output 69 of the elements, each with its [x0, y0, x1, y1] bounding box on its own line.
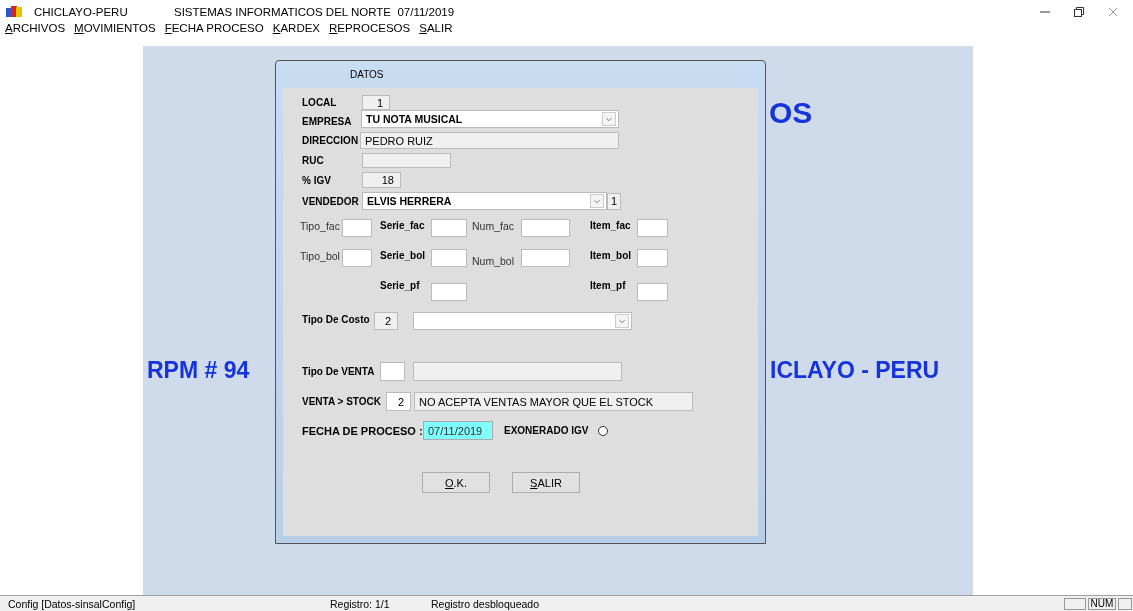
counter-field[interactable] [637, 283, 668, 301]
counter-field[interactable] [521, 249, 570, 267]
field-label: Tipo_bol [300, 250, 341, 262]
dialog-button[interactable]: SALIR [512, 472, 580, 493]
field-label: Serie_pf [380, 280, 421, 291]
field-label: DIRECCION [302, 135, 360, 146]
counter-field[interactable] [637, 249, 668, 267]
exempt-radio[interactable] [598, 425, 608, 436]
field-label: Tipo_fac [300, 220, 341, 232]
field-label: Serie_fac [380, 220, 426, 231]
field-label: Num_bol [472, 255, 516, 267]
stock-rule-description: NO ACEPTA VENTAS MAYOR QUE EL STOCK [414, 392, 693, 411]
dialog-button[interactable]: O.K. [422, 472, 490, 493]
record-count: Registro: 1/1 [330, 597, 391, 610]
menu-item[interactable]: FECHA PROCESO [164, 22, 264, 34]
counter-field[interactable] [431, 249, 467, 267]
field-label: Item_pf [590, 280, 627, 291]
counter-field[interactable] [342, 249, 372, 267]
field-label: LOCAL [302, 97, 338, 108]
menu-item[interactable]: KARDEX [272, 22, 321, 34]
seller-dropdown[interactable]: ELVIS HERRERA [362, 192, 607, 210]
field-label: FECHA DE PROCESO : [302, 424, 423, 437]
field-label: Item_fac [590, 220, 632, 231]
restore-icon[interactable] [1073, 6, 1085, 18]
menu-item[interactable]: REPROCESOS [329, 22, 411, 34]
field-label: Serie_bol [380, 250, 427, 261]
num-lock-indicator: NUM [1088, 597, 1116, 610]
banner-text: RPM # 94 [147, 357, 250, 384]
field-label: % IGV [302, 174, 332, 186]
address-field[interactable]: PEDRO RUIZ [360, 132, 619, 149]
field-label: RUC [302, 155, 325, 166]
menu-item[interactable]: SALIR [419, 22, 453, 34]
counter-field[interactable] [637, 219, 668, 237]
seller-code-field[interactable]: 1 [607, 192, 621, 210]
field-label: Num_fac [472, 220, 515, 232]
field-label: Item_bol [590, 250, 633, 261]
field-label: EXONERADO IGV [504, 425, 590, 436]
window-title: CHICLAYO-PERU [34, 6, 129, 18]
caret-icon[interactable] [602, 112, 616, 126]
menu-item[interactable]: ARCHIVOS [5, 22, 66, 34]
menu-item[interactable]: MOVIMIENTOS [74, 22, 156, 34]
counter-field[interactable] [431, 283, 467, 301]
field-label: Tipo De Costo [302, 313, 371, 325]
counter-field[interactable] [342, 219, 372, 237]
field-label: EMPRESA [302, 115, 353, 127]
igv-field[interactable]: 18 [362, 172, 401, 188]
counter-field[interactable] [521, 219, 570, 237]
cost-type-dropdown[interactable] [413, 312, 632, 330]
company-dropdown[interactable]: TU NOTA MUSICAL [361, 110, 619, 128]
sale-type-field[interactable] [380, 362, 405, 381]
cost-type-field[interactable]: 2 [374, 312, 398, 330]
ruc-field[interactable] [362, 153, 451, 168]
status-text: Config [Datos-sinsalConfig] [7, 597, 137, 610]
field-label: VENDEDOR [302, 195, 360, 207]
field-label: Tipo De VENTA [302, 366, 376, 377]
window-subtitle: SISTEMAS INFORMATICOS DEL NORTE 07/11/2019 [174, 6, 455, 18]
field-label: VENTA > STOCK [302, 396, 382, 407]
close-icon[interactable] [1107, 6, 1119, 18]
counter-field[interactable] [431, 219, 467, 237]
stock-rule-field[interactable]: 2 [386, 392, 411, 411]
app-icon [6, 5, 22, 19]
dialog-title: DATOS [350, 69, 384, 80]
process-date-field[interactable]: 07/11/2019 [423, 421, 493, 440]
local-field[interactable]: 1 [362, 95, 390, 110]
banner-heading: OS [769, 96, 813, 130]
caret-icon[interactable] [615, 314, 629, 328]
banner-text: ICLAYO - PERU [770, 357, 940, 384]
caret-icon[interactable] [590, 194, 604, 208]
lock-status: Registro desbloqueado [431, 597, 539, 610]
